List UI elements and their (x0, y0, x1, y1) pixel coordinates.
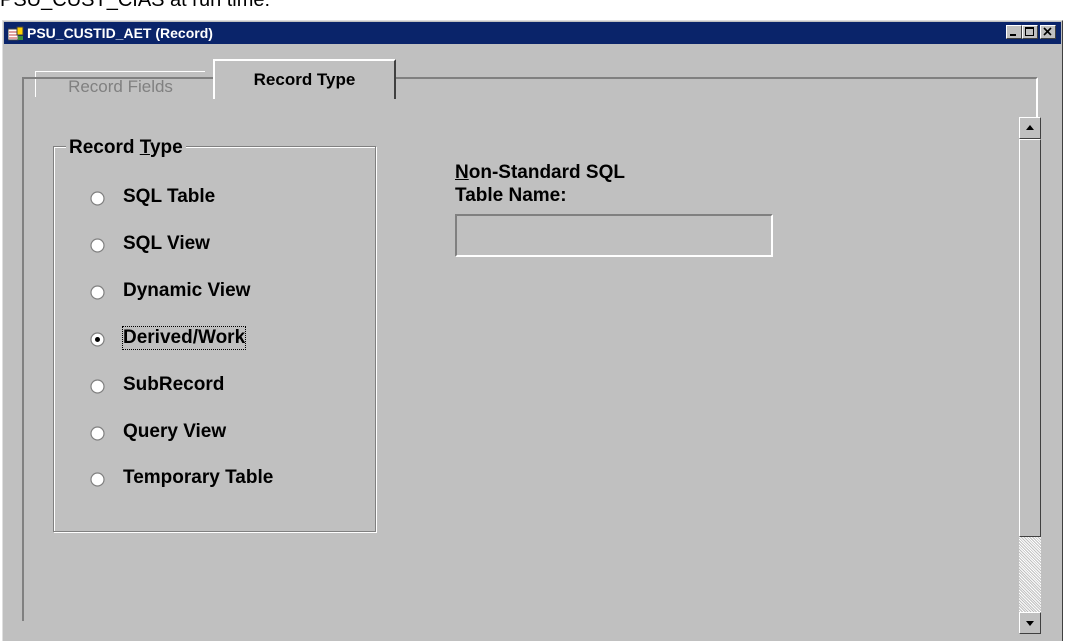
table-name-label: Table Name: (455, 185, 567, 206)
radio-label: SubRecord (123, 374, 225, 395)
radio-label: SQL View (123, 233, 210, 254)
radio-label: Derived/Work (121, 326, 247, 350)
page-caption: PSU_CUST_CIAS at run time: (0, 0, 271, 11)
radio-label: SQL Table (123, 186, 216, 207)
radio-unchecked-icon (90, 285, 105, 300)
minimize-button[interactable] (1006, 25, 1022, 39)
maximize-button[interactable] (1022, 25, 1038, 39)
scroll-thumb[interactable] (1019, 139, 1041, 537)
radio-unchecked-icon (90, 426, 105, 441)
tab-record-type[interactable]: Record Type (213, 59, 396, 99)
scroll-down-button[interactable] (1019, 612, 1041, 634)
minimize-icon (1010, 34, 1016, 36)
window-title: PSU_CUSTID_AET (Record) (27, 25, 213, 41)
close-button[interactable] (1040, 25, 1056, 39)
non-standard-sql-label: Non-Standard SQL (455, 162, 625, 183)
scroll-track[interactable] (1019, 537, 1041, 612)
radio-unchecked-icon (90, 379, 105, 394)
vertical-scrollbar[interactable] (1019, 117, 1041, 634)
non-standard-table-name-field[interactable] (455, 214, 773, 257)
radio-label: Dynamic View (123, 280, 251, 301)
scroll-up-button[interactable] (1019, 117, 1041, 139)
record-app-icon (8, 26, 24, 41)
radio-unchecked-icon (90, 472, 105, 487)
radio-label: Query View (123, 421, 227, 442)
close-icon (1043, 27, 1052, 36)
radio-unchecked-icon (90, 191, 105, 206)
title-bar[interactable]: PSU_CUSTID_AET (Record) (4, 22, 1061, 44)
arrow-up-icon (1026, 125, 1034, 130)
arrow-down-icon (1026, 621, 1034, 626)
radio-checked-icon (90, 332, 105, 347)
radio-unchecked-icon (90, 238, 105, 253)
radio-label: Temporary Table (123, 467, 274, 488)
record-type-group-title: Record Type (66, 137, 186, 159)
maximize-icon (1025, 27, 1034, 36)
